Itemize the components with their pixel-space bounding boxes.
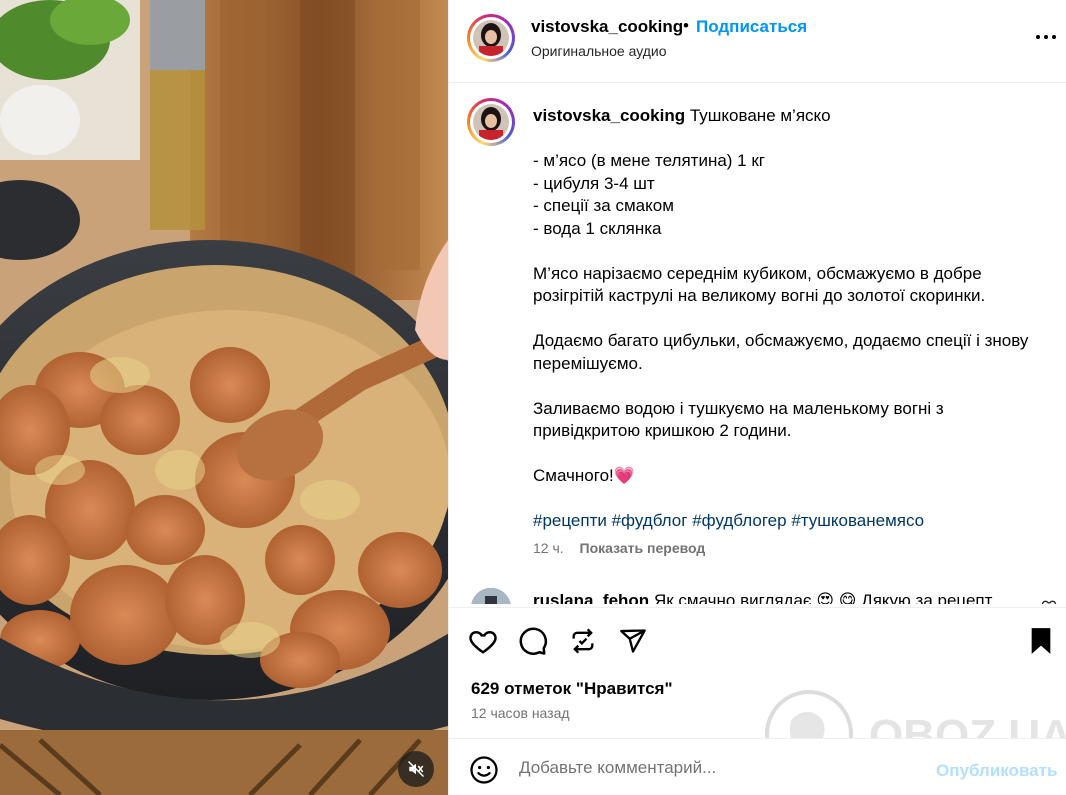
save-button[interactable]	[1025, 625, 1057, 657]
recipe-step: Заливаємо водою і тушкуємо на маленькому…	[533, 398, 944, 441]
recipe-step: Додаємо багато цибульки, обсмажуємо, дод…	[533, 331, 1029, 373]
author-username[interactable]: vistovska_cooking	[531, 17, 683, 37]
post-caption: vistovska_cooking Тушковане м’яско - м’я…	[533, 105, 1033, 533]
translate-button[interactable]: Показать перевод	[580, 540, 706, 556]
ingredient-line: - цибуля 3-4 шт	[533, 173, 655, 193]
post-header: vistovska_cooking • Подписаться Оригинал…	[449, 0, 1066, 83]
more-options-button[interactable]	[1031, 28, 1061, 46]
comment-button[interactable]	[517, 625, 549, 657]
mute-toggle-button[interactable]	[398, 751, 434, 787]
comments-scroll-area[interactable]: vistovska_cooking Тушковане м’яско - м’я…	[449, 84, 1066, 604]
dot-icon	[1052, 35, 1056, 39]
caption-title: Тушковане м’яско	[689, 106, 831, 125]
comment-item: ruslana_fehon Як смачно виглядає 😍 😋 Дяк…	[449, 584, 1066, 604]
audio-link[interactable]: Оригинальное аудио	[531, 43, 667, 59]
repost-icon	[572, 628, 594, 654]
caption-author-avatar[interactable]	[473, 104, 509, 140]
comment-body: Як смачно виглядає 😍 😋 Дякую за рецепт	[653, 591, 993, 604]
closing-text: Смачного!	[533, 466, 614, 485]
recipe-step: М’ясо нарізаємо середнім кубиком, обсмаж…	[533, 263, 986, 306]
follow-button[interactable]: Подписаться	[696, 17, 807, 37]
like-button[interactable]	[467, 625, 499, 657]
post-timestamp: 12 часов назад	[471, 705, 570, 721]
repost-button[interactable]	[567, 625, 599, 657]
share-button[interactable]	[617, 625, 649, 657]
ingredient-line: - спеції за смаком	[533, 196, 674, 215]
bookmark-icon	[1031, 628, 1051, 654]
post-actions: 629 отметок "Нравится" 12 часов назад	[449, 607, 1066, 735]
hashtag-link[interactable]: #фудблог	[612, 511, 688, 530]
avatar-image	[473, 20, 509, 56]
comment-icon	[519, 627, 547, 655]
muted-speaker-icon	[407, 760, 425, 778]
heart-icon	[469, 630, 497, 654]
hashtag-link[interactable]: #тушкованемясо	[791, 511, 924, 530]
publish-button[interactable]: Опубликовать	[936, 761, 1057, 781]
comment-like-icon[interactable]	[1041, 598, 1057, 604]
commenter-username[interactable]: ruslana_fehon	[533, 591, 649, 604]
avatar-image	[471, 588, 511, 604]
comment-input[interactable]	[519, 753, 919, 783]
dot-icon	[1036, 35, 1040, 39]
share-icon	[620, 629, 646, 653]
hashtag-link[interactable]: #фудблогер	[692, 511, 786, 530]
smiley-icon	[470, 756, 498, 784]
caption-username[interactable]: vistovska_cooking	[533, 106, 685, 125]
author-avatar[interactable]	[473, 20, 509, 56]
avatar-image	[473, 104, 509, 140]
post-details-panel: vistovska_cooking • Подписаться Оригинал…	[448, 0, 1066, 795]
caption-meta: 12 ч. Показать перевод	[533, 540, 705, 556]
emoji-picker-button[interactable]	[469, 755, 499, 785]
food-video-frame	[0, 0, 448, 795]
separator-dot: •	[683, 16, 689, 35]
likes-count[interactable]: 629 отметок "Нравится"	[471, 679, 673, 699]
ingredient-line: - вода 1 склянка	[533, 218, 662, 238]
add-comment-bar: Опубликовать	[449, 738, 1066, 795]
ingredient-line: - м’ясо (в мене телятина) 1 кг	[533, 151, 765, 170]
comment-text-line: ruslana_fehon Як смачно виглядає 😍 😋 Дяк…	[533, 591, 992, 604]
dot-icon	[1044, 35, 1048, 39]
commenter-avatar[interactable]	[471, 588, 511, 604]
hashtag-list: #рецепти #фудблог #фудблогер #тушкованем…	[533, 510, 1033, 533]
hashtag-link[interactable]: #рецепти	[533, 511, 607, 530]
caption-timestamp: 12 ч.	[533, 540, 564, 556]
heart-emoji: 💗	[613, 466, 635, 485]
post-media[interactable]	[0, 0, 448, 795]
